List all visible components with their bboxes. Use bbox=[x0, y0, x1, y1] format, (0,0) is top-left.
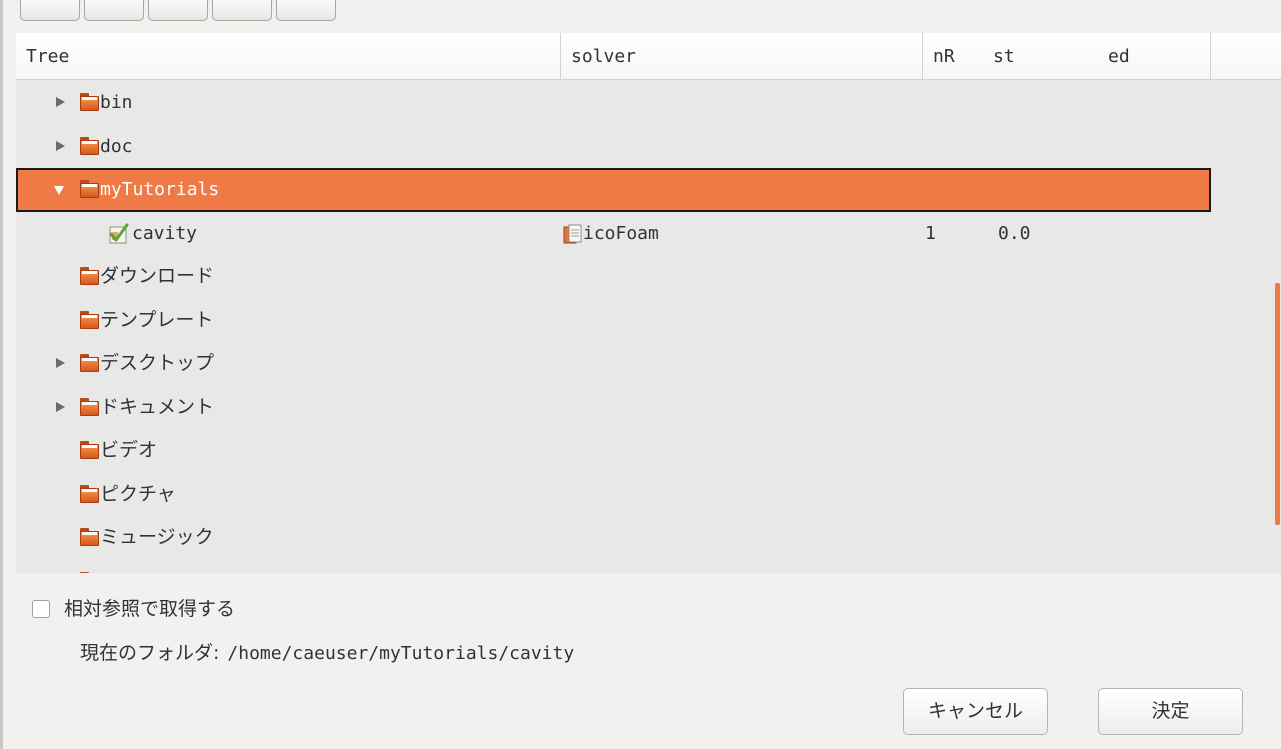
tree-row-music[interactable]: ミュージック bbox=[16, 516, 1211, 560]
cancel-button[interactable]: キャンセル bbox=[903, 688, 1048, 735]
tree-row-bin[interactable]: bin bbox=[16, 81, 1211, 125]
column-header-st[interactable]: st bbox=[983, 33, 1098, 80]
tree-row-label: ビデオ bbox=[100, 439, 158, 461]
folder-icon bbox=[80, 397, 99, 416]
expander-collapsed-icon[interactable] bbox=[56, 358, 65, 368]
nr-cell: 1 bbox=[925, 222, 936, 244]
tree-row-label: ダウンロード bbox=[100, 265, 215, 287]
toolbar-button-1[interactable] bbox=[20, 0, 80, 21]
st-cell: 0.0 bbox=[998, 222, 1031, 244]
folder-icon bbox=[80, 267, 99, 285]
toolbar-button-2[interactable] bbox=[84, 0, 144, 21]
folder-icon bbox=[80, 180, 99, 198]
current-folder-path: /home/caeuser/myTutorials/cavity bbox=[227, 643, 575, 664]
column-header-tree[interactable]: Tree bbox=[16, 33, 561, 80]
tree-rows: bin doc myTutorials cavity icoFoam 1 0.0… bbox=[16, 81, 1211, 573]
tree-row-label: ミュージック bbox=[100, 526, 214, 548]
solver-cell: icoFoam bbox=[583, 222, 659, 244]
current-folder-label: 現在のフォルダ: bbox=[80, 642, 220, 664]
folder-icon bbox=[80, 441, 99, 459]
current-folder-line: 現在のフォルダ: /home/caeuser/myTutorials/cavity bbox=[80, 640, 574, 666]
tree-header: Tree solver nR st ed bbox=[16, 33, 1281, 80]
scrollbar-thumb[interactable] bbox=[1275, 283, 1280, 525]
folder-icon bbox=[80, 93, 99, 111]
expander-expanded-icon[interactable] bbox=[54, 186, 64, 195]
folder-tree-view[interactable]: Tree solver nR st ed bin doc myTutorials bbox=[16, 33, 1281, 573]
tree-row-label: myTutorials bbox=[100, 179, 220, 200]
tree-row-cavity[interactable]: cavity icoFoam 1 0.0 bbox=[16, 212, 1211, 256]
tree-row-desktop[interactable]: デスクトップ bbox=[16, 342, 1211, 386]
folder-icon bbox=[80, 354, 99, 372]
column-header-solver[interactable]: solver bbox=[561, 33, 923, 80]
folder-icon bbox=[80, 528, 99, 546]
tree-row-label: cavity bbox=[132, 222, 198, 244]
tree-row-documents[interactable]: ドキュメント bbox=[16, 386, 1211, 430]
folder-icon bbox=[80, 310, 99, 329]
tree-row-mytutorials[interactable]: myTutorials bbox=[16, 168, 1211, 212]
tree-row-label: bin bbox=[100, 92, 133, 113]
tree-row-label: ドキュメント bbox=[100, 395, 215, 418]
tree-row-pictures[interactable]: ピクチャ bbox=[16, 473, 1211, 517]
tree-row-partial[interactable] bbox=[16, 560, 1211, 573]
column-header-nr[interactable]: nR bbox=[923, 33, 983, 80]
tree-row-label: doc bbox=[100, 135, 133, 157]
tree-row-templates[interactable]: テンプレート bbox=[16, 299, 1211, 343]
folder-icon bbox=[80, 571, 99, 573]
tree-row-doc[interactable]: doc bbox=[16, 125, 1211, 169]
relative-reference-label[interactable]: 相対参照で取得する bbox=[64, 596, 235, 622]
tree-row-label: デスクトップ bbox=[100, 352, 215, 374]
expander-collapsed-icon[interactable] bbox=[56, 97, 65, 107]
tree-row-label: ピクチャ bbox=[100, 482, 176, 505]
tree-row-downloads[interactable]: ダウンロード bbox=[16, 255, 1211, 299]
tree-row-videos[interactable]: ビデオ bbox=[16, 429, 1211, 473]
case-check-icon bbox=[109, 223, 129, 243]
column-header-ed[interactable]: ed bbox=[1098, 33, 1211, 80]
tree-row-label: テンプレート bbox=[100, 308, 214, 331]
toolbar bbox=[20, 0, 336, 22]
solver-document-icon bbox=[563, 224, 582, 243]
toolbar-button-5[interactable] bbox=[276, 0, 336, 21]
folder-icon bbox=[80, 484, 99, 503]
relative-reference-checkbox[interactable] bbox=[32, 600, 50, 618]
expander-collapsed-icon[interactable] bbox=[56, 140, 65, 151]
window-left-border bbox=[0, 0, 3, 749]
expander-collapsed-icon[interactable] bbox=[56, 401, 65, 412]
toolbar-button-4[interactable] bbox=[212, 0, 272, 21]
toolbar-button-3[interactable] bbox=[148, 0, 208, 21]
folder-icon bbox=[80, 136, 99, 155]
ok-button[interactable]: 決定 bbox=[1098, 688, 1243, 735]
